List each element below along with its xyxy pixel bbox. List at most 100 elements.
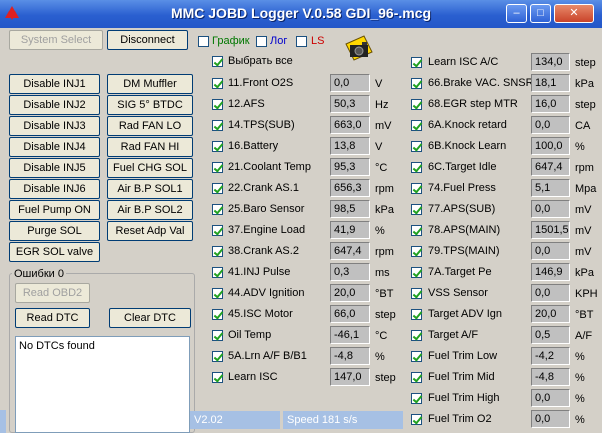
sensor-unit: % [575, 372, 585, 384]
system-select-button[interactable]: System Select [9, 30, 103, 50]
sensor-unit: °C [375, 162, 388, 174]
sensor-unit: °BT [575, 309, 594, 321]
sensor-checkbox[interactable] [411, 78, 422, 89]
sensor-name: Oil Temp [228, 329, 272, 341]
sensor-name: 41.INJ Pulse [228, 266, 291, 278]
output-test-button[interactable]: Purge SOL [9, 221, 100, 241]
sensor-checkbox[interactable] [212, 78, 223, 89]
output-test-button[interactable]: Disable INJ6 [9, 179, 100, 199]
sensor-value: -46,1 [330, 326, 370, 344]
sensor-value: 0,0 [531, 389, 570, 407]
sensor-value: 647,4 [330, 242, 370, 260]
output-test-button[interactable]: Disable INJ1 [9, 74, 100, 94]
sensor-name: 14.TPS(SUB) [228, 119, 295, 131]
camera-icon[interactable] [342, 32, 376, 66]
sensor-name: 5A.Lrn A/F B/B1 [228, 350, 307, 362]
sensor-checkbox[interactable] [212, 204, 223, 215]
sensor-value: 134,0 [531, 53, 570, 71]
clear-dtc-button[interactable]: Clear DTC [109, 308, 191, 328]
output-test-button[interactable]: Reset Adp Val [107, 221, 193, 241]
sensor-checkbox[interactable] [411, 351, 422, 362]
sensor-unit: rpm [375, 183, 394, 195]
close-button[interactable]: ✕ [554, 4, 594, 23]
minimize-button[interactable]: – [506, 4, 527, 23]
sensor-checkbox[interactable] [212, 267, 223, 278]
ls-checkbox[interactable] [296, 36, 307, 47]
read-obd2-button[interactable]: Read OBD2 [15, 283, 90, 303]
sensor-checkbox[interactable] [411, 183, 422, 194]
sensor-value: 41,9 [330, 221, 370, 239]
output-test-button[interactable]: Disable INJ3 [9, 116, 100, 136]
sensor-name: 78.APS(MAIN) [428, 224, 501, 236]
sensor-checkbox[interactable] [212, 330, 223, 341]
output-test-button[interactable]: Disable INJ2 [9, 95, 100, 115]
sensor-name: Fuel Trim High [428, 392, 500, 404]
sensor-name: 21.Coolant Temp [228, 161, 311, 173]
sensor-checkbox[interactable] [411, 393, 422, 404]
sensor-checkbox[interactable] [411, 57, 422, 68]
sensor-checkbox[interactable] [212, 246, 223, 257]
sensor-unit: Hz [375, 99, 389, 111]
output-test-button[interactable]: DM Muffler [107, 74, 193, 94]
sensor-value: 5,1 [531, 179, 570, 197]
sensor-value: 146,9 [531, 263, 570, 281]
sensor-name: VSS Sensor [428, 287, 488, 299]
sensor-unit: % [575, 351, 585, 363]
maximize-button[interactable]: □ [530, 4, 551, 23]
sensor-checkbox[interactable] [411, 246, 422, 257]
sensor-name: 25.Baro Sensor [228, 203, 305, 215]
sensor-checkbox[interactable] [212, 288, 223, 299]
output-test-button[interactable]: EGR SOL valve [9, 242, 100, 262]
sensor-checkbox[interactable] [411, 162, 422, 173]
output-test-button[interactable]: Air B.P SOL1 [107, 179, 193, 199]
sensor-checkbox[interactable] [411, 414, 422, 425]
sensor-checkbox[interactable] [411, 204, 422, 215]
sensor-checkbox[interactable] [411, 288, 422, 299]
grafik-checkbox[interactable] [198, 36, 209, 47]
sensor-unit: kPa [375, 204, 394, 216]
output-test-button[interactable]: Rad FAN HI [107, 137, 193, 157]
sensor-unit: kPa [575, 78, 594, 90]
sensor-unit: mV [575, 225, 592, 237]
output-test-button[interactable]: Fuel CHG SOL [107, 158, 193, 178]
sensor-name: Target ADV Ign [428, 308, 502, 320]
disconnect-button[interactable]: Disconnect [107, 30, 188, 50]
sensor-value: 0,0 [330, 74, 370, 92]
sensor-value: 98,5 [330, 200, 370, 218]
sensor-checkbox[interactable] [212, 351, 223, 362]
sensor-checkbox[interactable] [411, 99, 422, 110]
output-test-button[interactable]: Air B.P SOL2 [107, 200, 193, 220]
sensor-checkbox[interactable] [212, 120, 223, 131]
sensor-checkbox[interactable] [212, 99, 223, 110]
output-test-button[interactable]: Rad FAN LO [107, 116, 193, 136]
sensor-checkbox[interactable] [411, 309, 422, 320]
dtc-list[interactable]: No DTCs found [15, 336, 190, 433]
sensor-unit: KPH [575, 288, 598, 300]
sensor-checkbox[interactable] [212, 309, 223, 320]
sensor-value: 18,1 [531, 74, 570, 92]
select-all-checkbox[interactable] [212, 56, 223, 67]
output-test-button[interactable]: SIG 5° BTDC [107, 95, 193, 115]
sensor-checkbox[interactable] [212, 225, 223, 236]
output-test-button[interactable]: Disable INJ4 [9, 137, 100, 157]
sensor-value: 50,3 [330, 95, 370, 113]
read-dtc-button[interactable]: Read DTC [15, 308, 90, 328]
sensor-checkbox[interactable] [411, 225, 422, 236]
sensor-unit: mV [575, 246, 592, 258]
output-test-button[interactable]: Fuel Pump ON [9, 200, 100, 220]
sensor-checkbox[interactable] [411, 372, 422, 383]
sensor-checkbox[interactable] [212, 141, 223, 152]
log-checkbox[interactable] [256, 36, 267, 47]
sensor-unit: A/F [575, 330, 593, 342]
sensor-checkbox[interactable] [411, 267, 422, 278]
sensor-value: 16,0 [531, 95, 570, 113]
sensor-checkbox[interactable] [411, 330, 422, 341]
sensor-checkbox[interactable] [212, 162, 223, 173]
sensor-unit: Mpa [575, 183, 597, 195]
output-test-button[interactable]: Disable INJ5 [9, 158, 100, 178]
sensor-name: Learn ISC A/C [428, 56, 499, 68]
sensor-checkbox[interactable] [212, 183, 223, 194]
sensor-checkbox[interactable] [212, 372, 223, 383]
sensor-checkbox[interactable] [411, 141, 422, 152]
sensor-checkbox[interactable] [411, 120, 422, 131]
